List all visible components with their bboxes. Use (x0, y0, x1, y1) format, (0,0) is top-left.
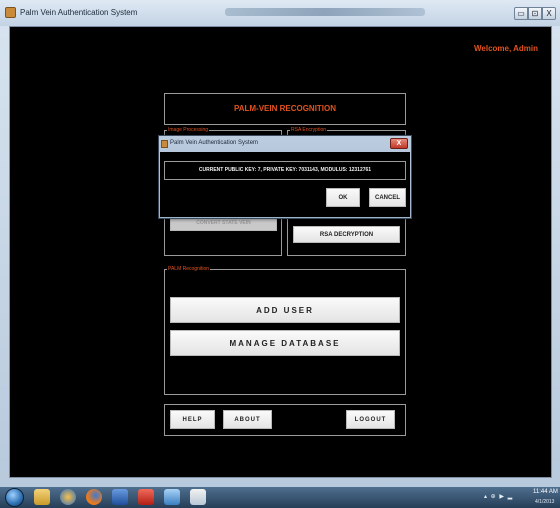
close-window-button[interactable]: X (542, 7, 556, 20)
dialog-close-button[interactable]: X (390, 138, 408, 149)
welcome-text: Welcome, Admin (474, 44, 539, 53)
image-processing-legend: Image Processing (167, 127, 210, 133)
start-orb-icon[interactable] (5, 488, 24, 507)
manage-database-button[interactable]: MANAGE DATABASE (170, 330, 400, 356)
firefox-icon[interactable] (86, 489, 102, 505)
palm-recognition-legend: PALM Recognition (167, 266, 211, 272)
dialog-app-icon (161, 140, 168, 148)
dialog-title: Palm Vein Authentication System (170, 140, 259, 146)
notepad-icon[interactable] (190, 489, 206, 505)
page-title: PALM-VEIN RECOGNITION (233, 104, 337, 113)
acrobat-icon[interactable] (138, 489, 154, 505)
file-explorer-icon[interactable] (34, 489, 50, 505)
window-title: Palm Vein Authentication System (20, 8, 138, 17)
ok-button[interactable]: OK (326, 188, 360, 207)
title-bar-blur (225, 8, 425, 16)
add-user-button[interactable]: ADD USER (170, 297, 400, 323)
minimize-button[interactable]: ▭ (514, 7, 528, 20)
clock-time[interactable]: 11:44 AM (533, 489, 558, 495)
rsa-decryption-button[interactable]: RSA DECRYPTION (293, 226, 400, 243)
help-button[interactable]: HELP (170, 410, 215, 429)
clock-date[interactable]: 4/1/2013 (535, 499, 554, 505)
shield-icon[interactable] (164, 489, 180, 505)
about-button[interactable]: ABOUT (223, 410, 272, 429)
dialog-message: CURRENT PUBLIC KEY: 7, PRIVATE KEY: 7031… (198, 167, 372, 173)
cancel-button[interactable]: CANCEL (369, 188, 406, 207)
word-icon[interactable] (112, 489, 128, 505)
system-tray[interactable]: ▴ ⊕ ▶ ▂ (484, 493, 513, 500)
maximize-button[interactable]: ⊡ (528, 7, 542, 20)
app-icon (5, 7, 16, 18)
rsa-legend: RSA Encryption (290, 127, 328, 133)
taskbar (0, 487, 560, 508)
logout-button[interactable]: LOGOUT (346, 410, 395, 429)
media-player-icon[interactable] (60, 489, 76, 505)
